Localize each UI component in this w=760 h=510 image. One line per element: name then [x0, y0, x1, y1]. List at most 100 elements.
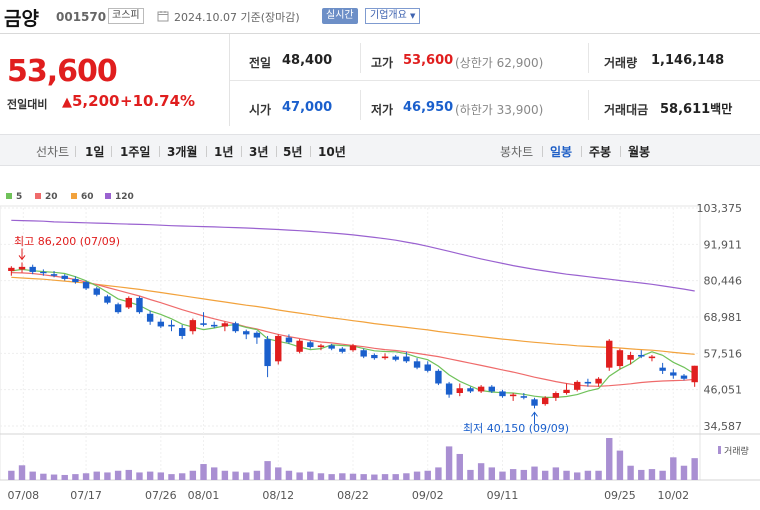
volume-label: 거래량	[724, 445, 749, 457]
volume-bar	[509, 469, 517, 480]
x-tick-label: 07/17	[70, 489, 102, 502]
volume-bar	[40, 473, 47, 480]
candle-body	[210, 324, 218, 327]
candle-body	[499, 391, 506, 397]
volume-bar	[456, 453, 463, 480]
candle-body	[232, 323, 239, 332]
candle-body	[360, 350, 367, 357]
candle-body	[307, 342, 314, 348]
volume-bar	[627, 465, 634, 480]
candle-body	[413, 361, 421, 368]
volume-bar	[638, 469, 645, 480]
candle-body	[82, 282, 90, 289]
x-tick-label: 07/26	[145, 489, 177, 502]
candle-body	[435, 370, 442, 384]
volume-bar	[424, 470, 431, 480]
x-tick-label: 09/25	[604, 489, 636, 502]
candle-body	[584, 381, 592, 384]
candle-body	[680, 375, 688, 379]
candle-body	[125, 297, 132, 308]
volume-bar	[104, 472, 111, 480]
candle-body	[29, 266, 36, 272]
volume-bar	[232, 471, 239, 480]
x-tick-label: 10/02	[657, 489, 689, 502]
candle-body	[509, 394, 517, 397]
volume-bar	[595, 470, 602, 480]
volume-bar	[648, 469, 656, 480]
volume-bar	[82, 473, 90, 480]
candle-body	[477, 386, 485, 392]
candle-body	[563, 389, 570, 393]
x-tick-label: 09/02	[412, 489, 444, 502]
volume-bar	[574, 472, 581, 480]
candle-body	[691, 365, 698, 383]
candle-body	[40, 271, 47, 274]
candlestick-chart[interactable]: 103,375 91,911 80,446 68,981 57,516 46,051 34,…	[0, 0, 760, 510]
candle-body	[541, 397, 549, 405]
volume-bar	[328, 474, 335, 480]
volume-bar	[178, 473, 186, 480]
volume-bar	[488, 467, 496, 480]
volume-bar	[477, 463, 485, 480]
volume-bar	[8, 470, 15, 480]
volume-bar	[413, 471, 421, 480]
x-tick-label: 08/01	[188, 489, 220, 502]
candle-body	[520, 396, 528, 398]
candle-body	[114, 304, 122, 313]
volume-bar	[435, 467, 442, 480]
volume-bar	[29, 471, 36, 480]
candle-body	[392, 356, 399, 360]
x-tick-label: 08/12	[262, 489, 294, 502]
volume-bar	[467, 469, 474, 480]
volume-bar	[360, 474, 367, 480]
volume-bar	[136, 472, 143, 480]
volume-bar	[584, 470, 592, 480]
candle-body	[178, 328, 186, 336]
candle-body	[552, 392, 560, 398]
volume-bar	[616, 450, 624, 480]
volume-bar	[50, 474, 58, 480]
candle-body	[18, 266, 26, 270]
candle-body	[627, 354, 634, 360]
y-tick-label: 34,587	[704, 420, 743, 433]
volume-legend-swatch	[718, 446, 721, 454]
volume-bar	[125, 469, 132, 480]
y-tick-label: 68,981	[704, 311, 743, 324]
candle-body	[349, 345, 357, 351]
candle-body	[670, 372, 677, 376]
y-tick-label: 46,051	[704, 384, 743, 397]
y-tick-label: 80,446	[704, 275, 743, 288]
volume-bar	[670, 457, 677, 480]
x-tick-label: 07/08	[7, 489, 39, 502]
volume-bar	[531, 466, 538, 480]
volume-bar	[243, 472, 250, 480]
candle-body	[616, 350, 624, 367]
volume-bar	[296, 472, 303, 480]
candle-body	[381, 356, 389, 359]
volume-bar	[392, 474, 399, 480]
volume-bar	[18, 465, 26, 480]
volume-bar	[157, 472, 165, 480]
y-tick-label: 103,375	[697, 202, 743, 215]
volume-bar	[381, 474, 389, 480]
volume-bar	[72, 474, 79, 480]
candle-body	[638, 354, 645, 357]
candle-body	[317, 345, 325, 348]
candle-body	[93, 288, 100, 295]
volume-bar	[606, 438, 613, 480]
candle-body	[328, 345, 335, 349]
volume-bar	[403, 473, 410, 480]
candle-body	[574, 381, 581, 390]
candle-body	[253, 332, 261, 338]
y-tick-label: 57,516	[704, 347, 743, 360]
candle-body	[445, 383, 453, 395]
candle-body	[264, 339, 271, 367]
candle-body	[595, 378, 602, 384]
candle-body	[168, 324, 175, 327]
volume-bar	[349, 473, 357, 480]
volume-bar	[210, 467, 218, 480]
volume-bar	[253, 470, 261, 480]
volume-bar	[563, 470, 570, 480]
candle-body	[456, 388, 463, 393]
x-tick-label: 08/22	[337, 489, 369, 502]
